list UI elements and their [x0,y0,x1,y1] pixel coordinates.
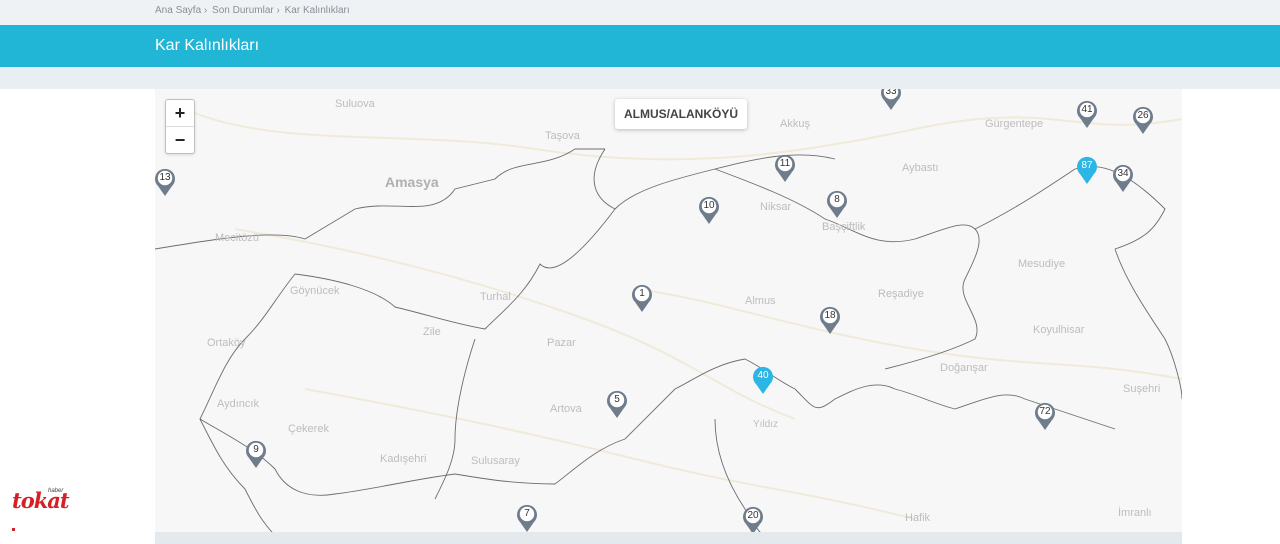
station-marker[interactable]: 8 [825,189,849,219]
station-marker[interactable]: 10 [697,195,721,225]
station-value: 41 [1081,104,1093,115]
station-value: 34 [1117,168,1129,179]
station-value: 26 [1137,110,1149,121]
station-marker[interactable]: 20 [741,505,765,535]
station-marker[interactable]: 34 [1111,163,1135,193]
map-base: Amasya Suluova Taşova Mecitözü Göynücek … [155,98,1182,544]
zoom-out-button[interactable]: − [166,126,194,153]
station-marker[interactable]: 18 [818,305,842,335]
station-marker[interactable]: 11 [773,153,797,183]
place-label: Başçiftlik [822,221,866,233]
place-label: Pazar [547,337,576,349]
station-value: 40 [757,370,769,381]
logo-subtext: haber [48,488,64,494]
place-label: Turhal [480,291,511,303]
page-title: Kar Kalınlıkları [155,37,260,54]
place-label: Göynücek [290,285,340,297]
place-label: İmranlı [1118,506,1152,519]
station-marker[interactable]: 87 [1075,155,1099,185]
breadcrumb-current: Kar Kalınlıkları [284,5,350,16]
station-value: 13 [159,172,171,183]
place-label: Koyulhisar [1033,324,1085,336]
breadcrumb-home[interactable]: Ana Sayfa › [155,5,207,16]
breadcrumb: Ana Sayfa › Son Durumlar › Kar Kalınlıkl… [155,5,352,16]
place-label: Aydıncık [217,398,259,410]
place-label: Ortaköy [207,337,246,349]
place-label: Taşova [545,130,581,142]
place-label: Sulusaray [471,455,520,467]
station-marker[interactable]: 5 [605,389,629,419]
place-label: Akkuş [780,118,810,130]
station-marker[interactable]: 1 [630,283,654,313]
station-marker[interactable]: 72 [1033,401,1057,431]
place-label: Doğanşar [940,362,988,374]
title-bar: Kar Kalınlıkları [0,25,1280,67]
station-marker[interactable]: 40 [751,365,775,395]
station-marker[interactable]: 7 [515,503,539,533]
station-value: 72 [1039,406,1051,417]
station-value: 20 [747,510,759,521]
map[interactable]: Amasya Suluova Taşova Mecitözü Göynücek … [155,89,1182,544]
place-label: Amasya [385,174,439,190]
station-value: 10 [703,200,715,211]
tokat-haber-logo[interactable]: tokat haber [12,472,72,531]
place-label: Suluova [335,98,376,110]
zoom-in-button[interactable]: + [166,100,194,126]
station-value: 33 [885,89,897,97]
station-value: 8 [834,194,840,205]
place-label: Suşehri [1123,383,1160,395]
place-label: Hafik [905,512,931,524]
station-marker[interactable]: 13 [155,167,177,197]
place-label: Zile [423,326,441,338]
station-marker[interactable]: 33 [879,89,903,111]
zoom-control: + − [165,99,195,154]
place-label: Kadışehri [380,453,426,465]
logo-dot [12,528,15,531]
station-marker[interactable]: 41 [1075,99,1099,129]
station-value: 5 [614,394,620,405]
place-label: Gürgentepe [985,118,1043,130]
place-label: Almus [745,295,776,307]
place-label: Niksar [760,201,792,213]
place-label: Aybastı [902,162,939,174]
station-value: 9 [253,444,259,455]
station-value: 7 [524,508,530,519]
sub-strip [0,67,1280,89]
station-value: 11 [779,158,791,169]
place-label: Mesudiye [1018,258,1065,270]
station-marker[interactable]: 9 [244,439,268,469]
station-popup: ALMUS/ALANKÖYÜ [615,99,747,129]
station-value: 1 [639,288,645,299]
station-value: 18 [824,310,836,321]
place-label: Reşadiye [878,288,924,300]
place-label: Yıldız [753,419,778,430]
legend-strip [155,532,1182,544]
place-label: Mecitözü [215,232,259,244]
place-label: Artova [550,403,583,415]
station-value: 87 [1081,160,1093,171]
breadcrumb-section[interactable]: Son Durumlar › [212,5,280,16]
station-marker[interactable]: 26 [1131,105,1155,135]
place-label: Çekerek [288,423,329,435]
